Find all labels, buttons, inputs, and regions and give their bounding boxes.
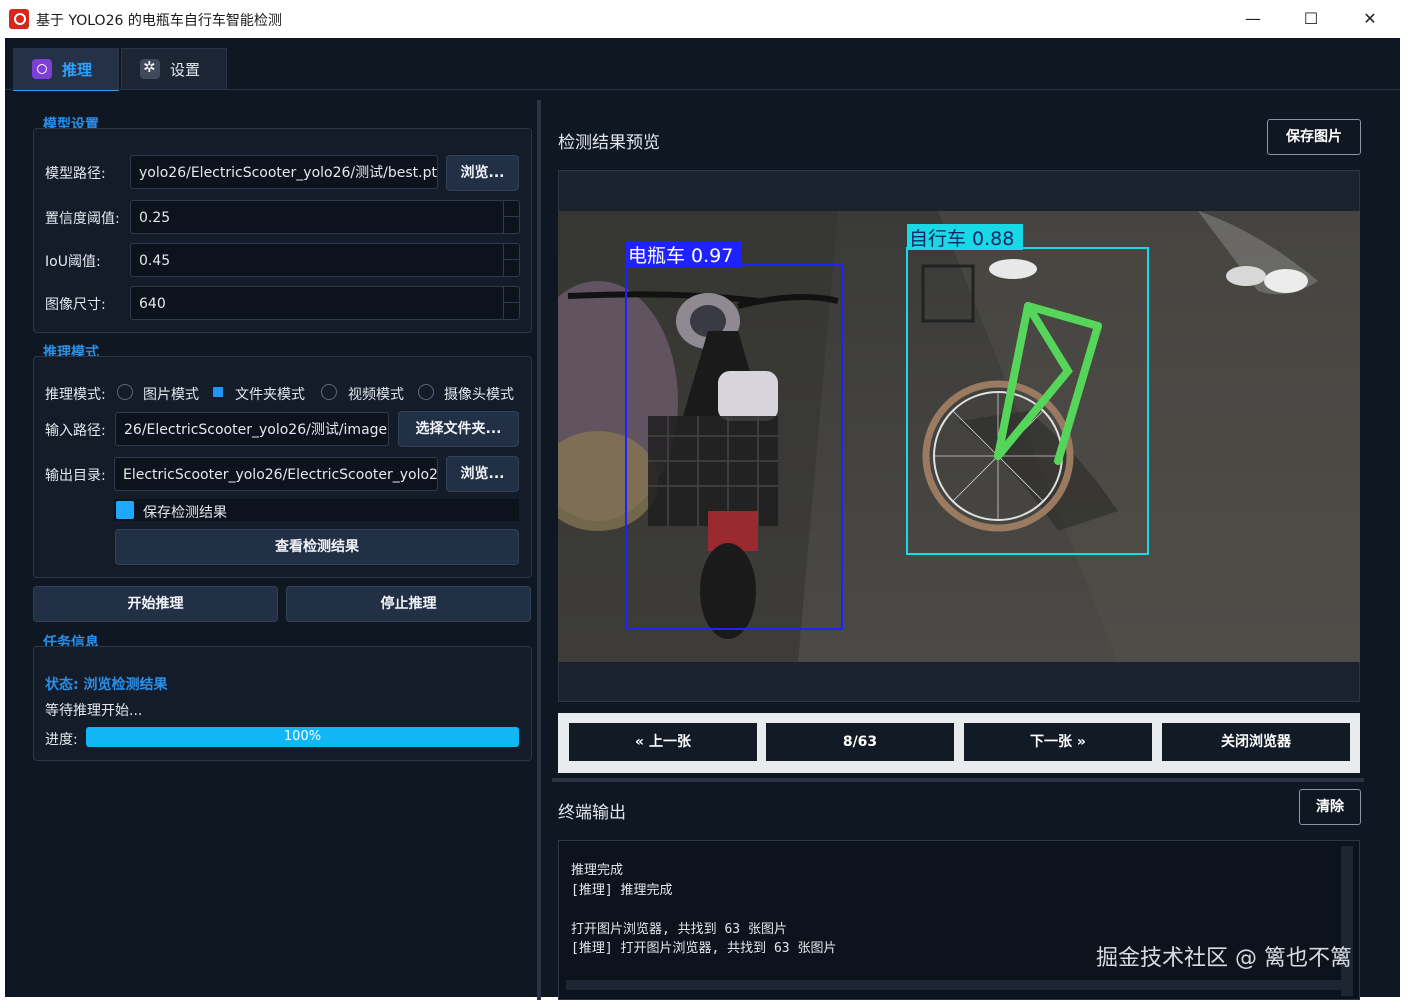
radio-video-mode[interactable] — [321, 384, 337, 400]
image-navigation-bar: « 上一张 8/63 下一张 » 关闭浏览器 — [558, 713, 1360, 773]
preview-title: 检测结果预览 — [558, 133, 660, 153]
terminal-line: [推理] 推理完成 — [571, 883, 673, 898]
inference-icon — [32, 59, 52, 79]
stop-inference-button[interactable]: 停止推理 — [286, 586, 531, 622]
tab-inference[interactable]: 推理 — [13, 48, 120, 91]
input-path-label: 输入路径: — [45, 423, 106, 439]
conf-label: 置信度阈值: — [45, 211, 120, 227]
tab-divider — [5, 89, 1400, 90]
scooter-label: 电瓶车 0.97 — [628, 245, 733, 267]
imgsz-label: 图像尺寸: — [45, 297, 106, 313]
clear-terminal-button[interactable]: 清除 — [1299, 789, 1361, 825]
app-icon — [9, 9, 29, 29]
terminal-line: [推理] 打开图片浏览器, 共找到 63 张图片 — [571, 941, 837, 956]
detection-image: 电瓶车 0.97 自行车 0.88 — [558, 211, 1360, 662]
model-path-input[interactable]: yolo26/ElectricScooter_yolo26/测试/best.pt — [130, 155, 438, 189]
output-dir-label: 输出目录: — [45, 468, 106, 484]
input-path-field[interactable]: 26/ElectricScooter_yolo26/测试/image — [115, 412, 389, 446]
output-dir-field[interactable]: ElectricScooter_yolo26/ElectricScooter_y… — [114, 457, 438, 491]
tab-settings[interactable]: 设置 — [121, 48, 228, 90]
folder-mode-label: 文件夹模式 — [235, 387, 305, 403]
minimize-button[interactable]: — — [1233, 6, 1273, 32]
save-results-label: 保存检测结果 — [143, 505, 227, 521]
video-mode-label: 视频模式 — [348, 387, 404, 403]
tab-inference-label: 推理 — [62, 60, 93, 79]
tab-bar: 推理 设置 — [13, 48, 229, 91]
horizontal-splitter[interactable] — [552, 778, 1364, 782]
terminal-horizontal-scrollbar[interactable] — [566, 980, 1341, 990]
imgsz-spinbox[interactable]: 640 — [130, 286, 520, 320]
terminal-line: 推理完成 — [571, 863, 624, 878]
watermark: 掘金技术社区 @ 篱也不篱 — [1096, 946, 1352, 971]
close-button[interactable]: ✕ — [1350, 6, 1390, 32]
model-path-label: 模型路径: — [45, 166, 106, 182]
camera-mode-label: 摄像头模式 — [444, 387, 514, 403]
view-results-button[interactable]: 查看检测结果 — [115, 529, 519, 565]
window-titlebar: 基于 YOLO26 的电瓶车自行车智能检测 — ☐ ✕ — [0, 0, 1408, 38]
terminal-vertical-scrollbar[interactable] — [1341, 846, 1353, 996]
conf-spinbox[interactable]: 0.25 — [130, 200, 520, 234]
next-image-button[interactable]: 下一张 » — [964, 723, 1152, 761]
bicycle-label: 自行车 0.88 — [909, 228, 1014, 250]
imgsz-stepper[interactable] — [503, 286, 520, 320]
window-title: 基于 YOLO26 的电瓶车自行车智能检测 — [36, 13, 282, 29]
prev-image-button[interactable]: « 上一张 — [569, 723, 757, 761]
iou-label: IoU阈值: — [45, 254, 101, 270]
mode-label: 推理模式: — [45, 387, 106, 403]
terminal-output[interactable]: 推理完成 [推理] 推理完成 打开图片浏览器, 共找到 63 张图片 [推理] … — [558, 840, 1360, 1000]
detection-scene-svg: 电瓶车 0.97 自行车 0.88 — [558, 211, 1360, 662]
progress-bar: 100% — [86, 727, 519, 747]
vertical-splitter[interactable] — [537, 100, 541, 1000]
model-browse-button[interactable]: 浏览... — [446, 155, 519, 191]
select-folder-button[interactable]: 选择文件夹... — [398, 411, 519, 447]
gear-icon — [140, 58, 161, 79]
tab-settings-label: 设置 — [170, 60, 201, 79]
maximize-button[interactable]: ☐ — [1291, 6, 1331, 32]
output-browse-button[interactable]: 浏览... — [446, 456, 519, 492]
radio-camera-mode[interactable] — [418, 384, 434, 400]
image-counter: 8/63 — [766, 723, 954, 761]
iou-spinbox[interactable]: 0.45 — [130, 243, 520, 277]
image-mode-label: 图片模式 — [143, 387, 199, 403]
terminal-line: 打开图片浏览器, 共找到 63 张图片 — [571, 922, 787, 937]
radio-image-mode[interactable] — [117, 384, 133, 400]
terminal-title: 终端输出 — [558, 803, 626, 823]
save-results-checkbox[interactable] — [116, 501, 134, 519]
status-text: 状态: 浏览检测结果 — [45, 677, 168, 693]
close-browser-button[interactable]: 关闭浏览器 — [1162, 723, 1350, 761]
save-image-button[interactable]: 保存图片 — [1267, 119, 1361, 155]
start-inference-button[interactable]: 开始推理 — [33, 586, 278, 622]
conf-stepper[interactable] — [503, 200, 520, 234]
iou-stepper[interactable] — [503, 243, 520, 277]
task-message: 等待推理开始... — [45, 703, 143, 719]
progress-label: 进度: — [45, 732, 78, 748]
radio-folder-mode[interactable] — [213, 387, 223, 397]
